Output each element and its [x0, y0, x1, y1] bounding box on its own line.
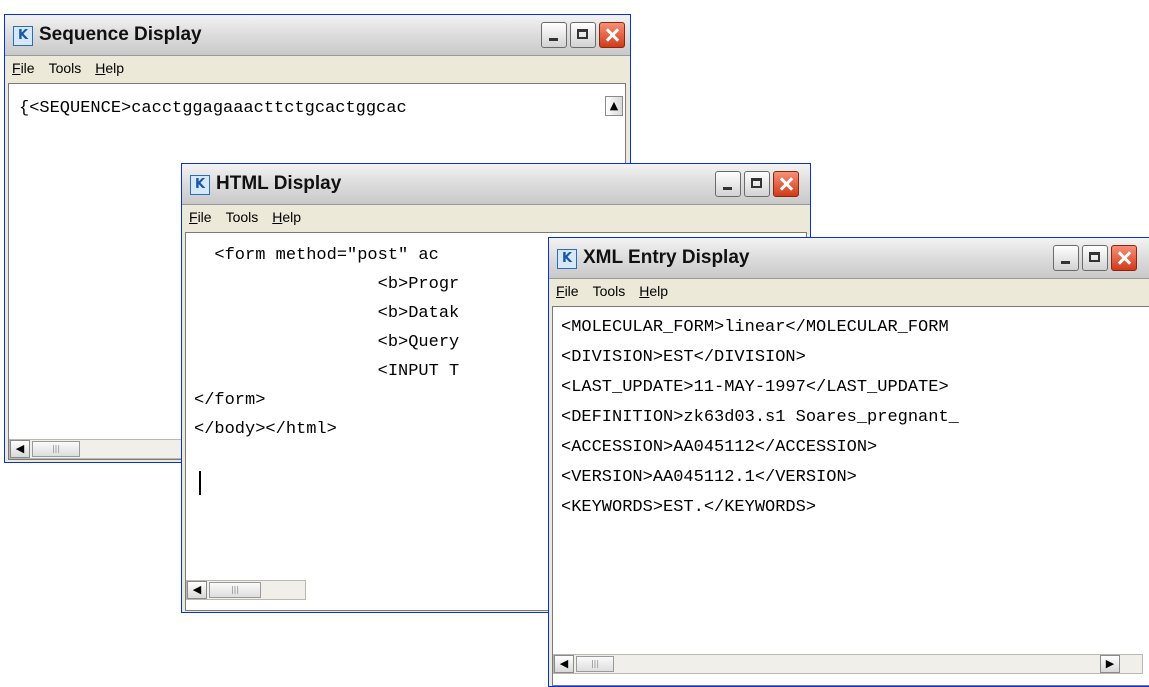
minimize-button[interactable] [541, 22, 567, 48]
code-line: <VERSION>AA045112.1</VERSION> [561, 468, 857, 487]
close-button[interactable] [773, 171, 799, 197]
xml-source: <MOLECULAR_FORM>linear</MOLECULAR_FORM <… [561, 313, 959, 523]
html-display-titlebar[interactable]: K HTML Display [182, 164, 810, 205]
maximize-button[interactable] [744, 171, 770, 197]
code-line: <form method="post" ac [194, 246, 439, 265]
close-button[interactable] [599, 22, 625, 48]
text-cursor [199, 471, 201, 495]
minimize-button[interactable] [1053, 245, 1079, 271]
code-line: <KEYWORDS>EST.</KEYWORDS> [561, 498, 817, 517]
sequence-line: {<SEQUENCE>cacctggagaaacttctgcactggcac [19, 99, 407, 118]
menu-tools[interactable]: Tools [49, 60, 82, 76]
menu-file[interactable]: File [556, 283, 579, 299]
horizontal-scrollbar[interactable]: ◀ ||| [186, 580, 306, 600]
horizontal-scrollbar[interactable]: ◀ ||| ▶ [553, 654, 1143, 674]
xml-text-area[interactable]: <MOLECULAR_FORM>linear</MOLECULAR_FORM <… [552, 306, 1149, 686]
app-k-icon: K [190, 175, 210, 195]
scroll-left-button[interactable]: ◀ [10, 440, 30, 458]
code-line: </body></html> [194, 420, 337, 439]
menu-help[interactable]: Help [272, 209, 301, 225]
menu-help[interactable]: Help [95, 60, 124, 76]
xml-entry-display-titlebar[interactable]: K XML Entry Display [549, 238, 1149, 279]
xml-entry-display-window: K XML Entry Display File Tools Help <MOL… [548, 237, 1149, 687]
minimize-button[interactable] [715, 171, 741, 197]
scroll-right-button[interactable]: ▶ [1100, 655, 1120, 673]
menu-bar: File Tools Help [182, 205, 810, 229]
html-source: <form method="post" ac <b>Progr <b>Datak… [194, 241, 459, 444]
code-line: <DEFINITION>zk63d03.s1 Soares_pregnant_ [561, 408, 959, 427]
app-k-icon: K [13, 26, 33, 46]
app-k-icon: K [557, 249, 577, 269]
maximize-button[interactable] [570, 22, 596, 48]
window-title: Sequence Display [39, 24, 202, 45]
maximize-button[interactable] [1082, 245, 1108, 271]
scroll-thumb[interactable]: ||| [32, 441, 80, 457]
window-title: XML Entry Display [583, 247, 750, 268]
code-line: <LAST_UPDATE>11-MAY-1997</LAST_UPDATE> [561, 378, 949, 397]
scroll-up-button[interactable]: ▲ [605, 96, 623, 116]
code-line: <b>Progr [194, 275, 460, 294]
menu-file[interactable]: File [189, 209, 212, 225]
code-line: <INPUT T [194, 362, 460, 381]
scroll-left-button[interactable]: ◀ [554, 655, 574, 673]
scroll-left-button[interactable]: ◀ [187, 581, 207, 599]
scroll-thumb[interactable]: ||| [209, 582, 261, 598]
code-line: <b>Query [194, 333, 460, 352]
menu-help[interactable]: Help [639, 283, 668, 299]
menu-bar: File Tools Help [5, 56, 630, 80]
close-button[interactable] [1111, 245, 1137, 271]
scroll-thumb[interactable]: ||| [576, 656, 614, 672]
menu-tools[interactable]: Tools [226, 209, 259, 225]
code-line: <DIVISION>EST</DIVISION> [561, 348, 806, 367]
window-title: HTML Display [216, 173, 342, 194]
code-line: <ACCESSION>AA045112</ACCESSION> [561, 438, 878, 457]
code-line: <MOLECULAR_FORM>linear</MOLECULAR_FORM [561, 318, 949, 337]
horizontal-scrollbar[interactable]: ◀ ||| [9, 439, 209, 459]
code-line: <b>Datak [194, 304, 460, 323]
sequence-display-titlebar[interactable]: K Sequence Display [5, 15, 630, 56]
menu-file[interactable]: File [12, 60, 35, 76]
code-line: </form> [194, 391, 266, 410]
menu-tools[interactable]: Tools [593, 283, 626, 299]
menu-bar: File Tools Help [549, 279, 1149, 303]
